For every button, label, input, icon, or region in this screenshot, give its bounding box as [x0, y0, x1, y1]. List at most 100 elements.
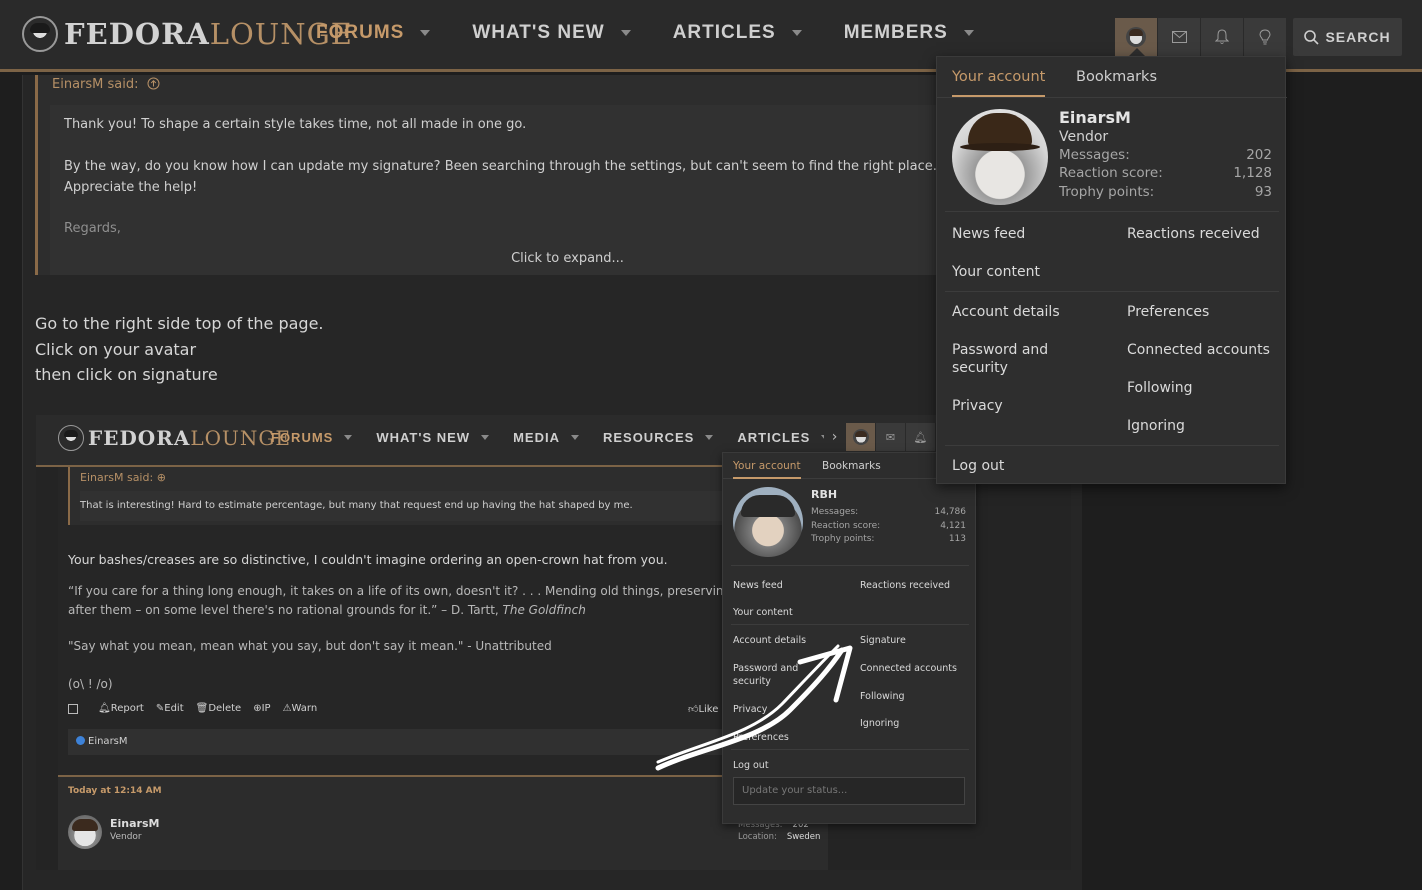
embedded-link-connected: Connected accounts: [860, 663, 957, 674]
link-preferences[interactable]: Preferences: [1127, 303, 1209, 321]
embedded-link-news-feed: News feed: [733, 580, 783, 591]
conversations-button[interactable]: [1158, 18, 1201, 56]
popup-username[interactable]: EinarsM: [1059, 108, 1131, 127]
embedded-stat: Messages: 14,786: [811, 507, 966, 517]
embedded-nav-item: FORUMS: [271, 430, 353, 445]
popup-pointer: [1129, 48, 1145, 56]
stat-trophy-points: Trophy points: 93: [1059, 184, 1272, 200]
search-button[interactable]: SEARCH: [1293, 18, 1402, 56]
chevron-down-icon: [481, 435, 490, 440]
link-connected-accounts[interactable]: Connected accounts: [1127, 341, 1270, 359]
quote-block: EinarsM said: Thank you! To shape a cert…: [35, 75, 1085, 275]
link-reactions-received[interactable]: Reactions received: [1127, 225, 1260, 243]
checkbox-icon: [68, 703, 78, 714]
logo-emblem-icon: [22, 16, 58, 52]
avatar: [68, 815, 102, 849]
mail-icon: [1171, 31, 1187, 43]
logo-emblem-icon: [58, 425, 84, 451]
chevron-down-icon: [344, 435, 353, 440]
embedded-post-actions: 🔔︎Report ✎Edit 🗑︎Delete ⊕IP ⚠︎Warn: [68, 703, 317, 714]
quote-line: Appreciate the help!: [64, 180, 198, 195]
chevron-down-icon[interactable]: [620, 30, 631, 36]
tab-your-account[interactable]: Your account: [952, 69, 1046, 97]
embedded-stat: Trophy points: 113: [811, 534, 966, 544]
embedded-post-time: Today at 12:14 AM: [68, 786, 162, 796]
site-logo[interactable]: FEDORALOUNGE: [22, 16, 353, 52]
embedded-next-post: Today at 12:14 AM EinarsM Vendor Message…: [58, 775, 828, 870]
embedded-logo: FEDORALOUNGE: [58, 425, 291, 451]
embedded-user-role: Vendor: [110, 832, 142, 842]
account-popup-tabs: Your account Bookmarks: [937, 57, 1287, 98]
chevron-down-icon: [570, 435, 579, 440]
popup-user-role: Vendor: [1059, 129, 1109, 145]
embedded-nav: FORUMS WHAT'S NEW MEDIA RESOURCES ARTICL…: [271, 430, 853, 445]
embedded-action: 🗑︎Delete: [195, 703, 242, 714]
embedded-quote: EinarsM said: ⊕ That is interesting! Har…: [68, 467, 828, 525]
bell-icon: [1215, 29, 1229, 44]
nav-members[interactable]: MEMBERS: [844, 22, 974, 44]
embedded-status-input: Update your status...: [733, 777, 965, 805]
embedded-action: ⚠︎Warn: [282, 703, 318, 714]
avatar-icon: [852, 429, 869, 445]
chevron-down-icon[interactable]: [420, 30, 431, 36]
embedded-link-reactions: Reactions received: [860, 580, 950, 591]
arrow-up-circle-icon[interactable]: [147, 77, 160, 90]
quote-line: By the way, do you know how I can update…: [64, 159, 937, 174]
embedded-tab-your-account: Your account: [733, 460, 801, 479]
embedded-signature-line: “If you care for a thing long enough, it…: [68, 584, 732, 598]
tab-bookmarks[interactable]: Bookmarks: [1076, 69, 1157, 95]
chevron-down-icon[interactable]: [963, 30, 974, 36]
nav-articles[interactable]: ARTICLES: [673, 22, 802, 44]
embedded-link-signature: Signature: [860, 635, 906, 646]
embedded-post: EinarsM said: ⊕ That is interesting! Har…: [58, 467, 828, 870]
reply-line: Go to the right side top of the page.: [35, 314, 324, 333]
embedded-icon-bar: › ✉ 🔔︎: [824, 423, 936, 451]
embedded-avatar-button: [846, 423, 876, 451]
link-log-out[interactable]: Log out: [952, 457, 1004, 475]
account-popup: Your account Bookmarks EinarsM Vendor Me…: [936, 56, 1287, 484]
link-following[interactable]: Following: [1127, 379, 1193, 397]
chevron-down-icon[interactable]: [791, 30, 802, 36]
embedded-screenshot[interactable]: FEDORALOUNGE FORUMS WHAT'S NEW MEDIA RES…: [36, 415, 1071, 870]
quote-line: Regards,: [64, 221, 121, 236]
embedded-username: EinarsM: [110, 817, 160, 830]
embedded-account-popup: Your account Bookmarks RBH Messages: 14,7…: [722, 452, 976, 824]
click-to-expand[interactable]: Click to expand...: [50, 248, 1085, 269]
link-account-details[interactable]: Account details: [952, 303, 1060, 321]
nav-forums[interactable]: FORUMS: [316, 22, 431, 44]
stat-reaction-score: Reaction score: 1,128: [1059, 165, 1272, 181]
arrow-up-circle-icon: ⊕: [156, 471, 166, 484]
nav-whats-new[interactable]: WHAT'S NEW: [472, 22, 631, 44]
embedded-tab-bookmarks: Bookmarks: [822, 460, 881, 472]
quote-author[interactable]: EinarsM said:: [52, 77, 138, 92]
embedded-stat: Reaction score: 4,121: [811, 521, 966, 531]
link-news-feed[interactable]: News feed: [952, 225, 1025, 243]
embedded-popup-username: RBH: [811, 488, 838, 501]
embedded-link-privacy: Privacy: [733, 704, 768, 715]
alerts-button[interactable]: [1201, 18, 1244, 56]
main-nav: FORUMS WHAT'S NEW ARTICLES MEMBERS: [316, 22, 1016, 44]
chevron-down-icon: [705, 435, 714, 440]
embedded-link-password: Password and security: [733, 663, 799, 687]
link-password-security[interactable]: Password and security: [952, 341, 1072, 377]
link-privacy[interactable]: Privacy: [952, 397, 1003, 415]
embedded-like: 👍︎Like: [688, 704, 719, 715]
quote-body: Thank you! To shape a certain style take…: [50, 105, 1085, 275]
embedded-link-account-details: Account details: [733, 635, 807, 646]
embedded-quote-text: That is interesting! Hard to estimate pe…: [80, 500, 633, 511]
embedded-post-text: Your bashes/creases are so distinctive, …: [68, 552, 668, 567]
embedded-signature-line: (o\ ! /o): [68, 677, 113, 691]
link-ignoring[interactable]: Ignoring: [1127, 417, 1185, 435]
reply-line: then click on signature: [35, 365, 218, 384]
bell-icon: 🔔︎: [906, 423, 936, 451]
embedded-logo-part1: FEDORA: [88, 426, 191, 450]
embedded-quote-author: EinarsM said:: [80, 471, 154, 484]
search-label: SEARCH: [1325, 29, 1391, 45]
whats-new-button[interactable]: [1244, 18, 1287, 56]
embedded-signature-line: "Say what you mean, mean what you say, b…: [68, 639, 552, 653]
embedded-link-following: Following: [860, 691, 905, 702]
embedded-nav-item: MEDIA: [513, 430, 579, 445]
avatar[interactable]: [952, 109, 1048, 205]
link-your-content[interactable]: Your content: [952, 263, 1040, 281]
avatar-icon: [1126, 27, 1146, 47]
